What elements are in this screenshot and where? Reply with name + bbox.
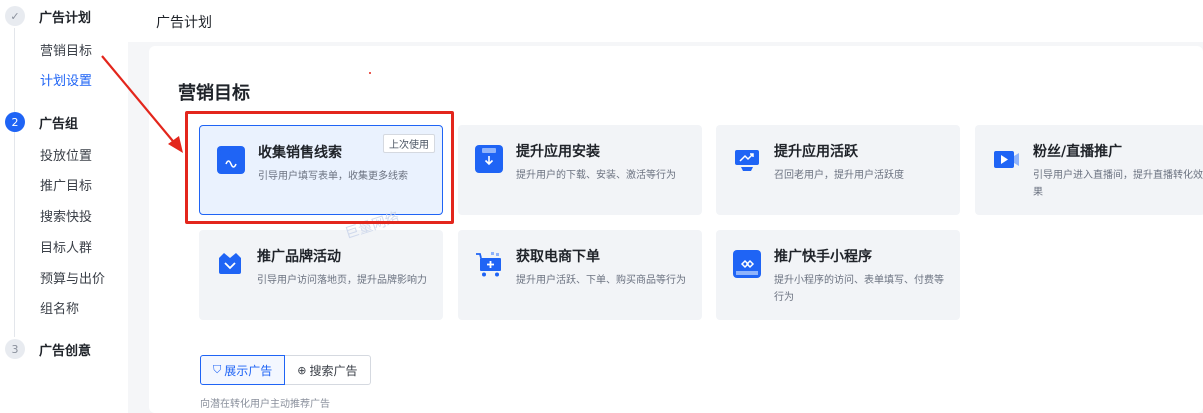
check-icon: ✓ [5, 6, 25, 26]
ad-type-hint: 向潜在转化用户主动推荐广告 [200, 399, 330, 410]
step-connector [14, 131, 15, 337]
card-desc: 提升用户活跃、下单、购买商品等行为 [516, 275, 686, 286]
step-connector [14, 28, 15, 112]
card-desc: 提升小程序的访问、表单填写、付费等行为 [774, 275, 944, 303]
goal-card-brand-activity[interactable]: 推广品牌活动 引导用户访问落地页，提升品牌影响力 [199, 230, 443, 320]
annotation-dot [369, 72, 371, 74]
tab-display-ads[interactable]: ⛉ 展示广告 [200, 355, 286, 385]
card-desc: 引导用户进入直播间，提升直播转化效果 [1033, 170, 1203, 198]
download-icon [475, 145, 503, 173]
goal-card-app-install[interactable]: 提升应用安装 提升用户的下载、安装、激活等行为 [458, 125, 702, 215]
section-title: 营销目标 [178, 83, 250, 104]
goal-card-collect-leads[interactable]: 收集销售线索 引导用户填写表单，收集更多线索 上次使用 [199, 125, 443, 215]
card-desc: 引导用户填写表单，收集更多线索 [258, 171, 408, 182]
ad-type-tabs: ⛉ 展示广告 ⊕ 搜索广告 [200, 355, 371, 385]
card-desc: 提升用户的下载、安装、激活等行为 [516, 170, 676, 181]
sidebar-item-target-audience[interactable]: 目标人群 [40, 237, 92, 256]
sidebar-item-group-name[interactable]: 组名称 [40, 298, 79, 317]
card-title: 提升应用安装 [516, 144, 600, 160]
goal-card-mini-program[interactable]: 推广快手小程序 提升小程序的访问、表单填写、付费等行为 [716, 230, 960, 320]
card-title: 收集销售线索 [258, 145, 342, 161]
sidebar: ✓ 广告计划 营销目标 计划设置 2 广告组 投放位置 推广目标 搜索快投 目标… [0, 0, 128, 413]
shield-icon: ⛉ [213, 363, 222, 376]
mini-program-icon [733, 250, 761, 278]
tab-label: 展示广告 [224, 363, 273, 378]
step-title: 广告计划 [39, 10, 92, 26]
step-number: 3 [5, 339, 25, 359]
goal-card-app-active[interactable]: 提升应用活跃 召回老用户，提升用户活跃度 [716, 125, 960, 215]
search-icon: ⊕ [297, 363, 307, 377]
sidebar-item-budget-bid[interactable]: 预算与出价 [40, 268, 105, 287]
card-title: 粉丝/直播推广 [1033, 144, 1123, 160]
card-title: 推广品牌活动 [257, 249, 341, 265]
page-title: 广告计划 [156, 15, 212, 31]
cart-icon [475, 250, 503, 278]
goal-card-live-fans[interactable]: 粉丝/直播推广 引导用户进入直播间，提升直播转化效果 [975, 125, 1203, 215]
tab-search-ads[interactable]: ⊕ 搜索广告 [285, 355, 371, 385]
step-title: 广告组 [39, 116, 79, 132]
folder-wave-icon [217, 146, 245, 174]
step-title: 广告创意 [39, 343, 92, 359]
goal-card-ecommerce-order[interactable]: 获取电商下单 提升用户活跃、下单、购买商品等行为 [458, 230, 702, 320]
live-play-icon [992, 145, 1020, 173]
card-desc: 召回老用户，提升用户活跃度 [774, 170, 904, 181]
step-ad-creative[interactable]: 3 广告创意 [0, 339, 91, 359]
sidebar-item-search-boost[interactable]: 搜索快投 [40, 206, 92, 225]
sidebar-item-promotion-target[interactable]: 推广目标 [40, 175, 92, 194]
last-used-badge: 上次使用 [383, 134, 435, 153]
tab-label: 搜索广告 [309, 363, 358, 378]
header: 广告计划 [128, 0, 1203, 42]
monitor-trend-icon [733, 145, 761, 173]
card-desc: 引导用户访问落地页，提升品牌影响力 [257, 275, 427, 286]
sidebar-item-plan-settings[interactable]: 计划设置 [40, 70, 92, 89]
card-title: 提升应用活跃 [774, 144, 858, 160]
sidebar-item-marketing-goal[interactable]: 营销目标 [40, 40, 92, 59]
card-title: 推广快手小程序 [774, 249, 872, 265]
step-ad-plan[interactable]: ✓ 广告计划 [0, 6, 91, 26]
step-number: 2 [5, 112, 25, 132]
card-title: 获取电商下单 [516, 249, 600, 265]
sidebar-item-placement[interactable]: 投放位置 [40, 145, 92, 164]
step-ad-group[interactable]: 2 广告组 [0, 112, 78, 132]
brand-badge-icon [216, 250, 244, 278]
